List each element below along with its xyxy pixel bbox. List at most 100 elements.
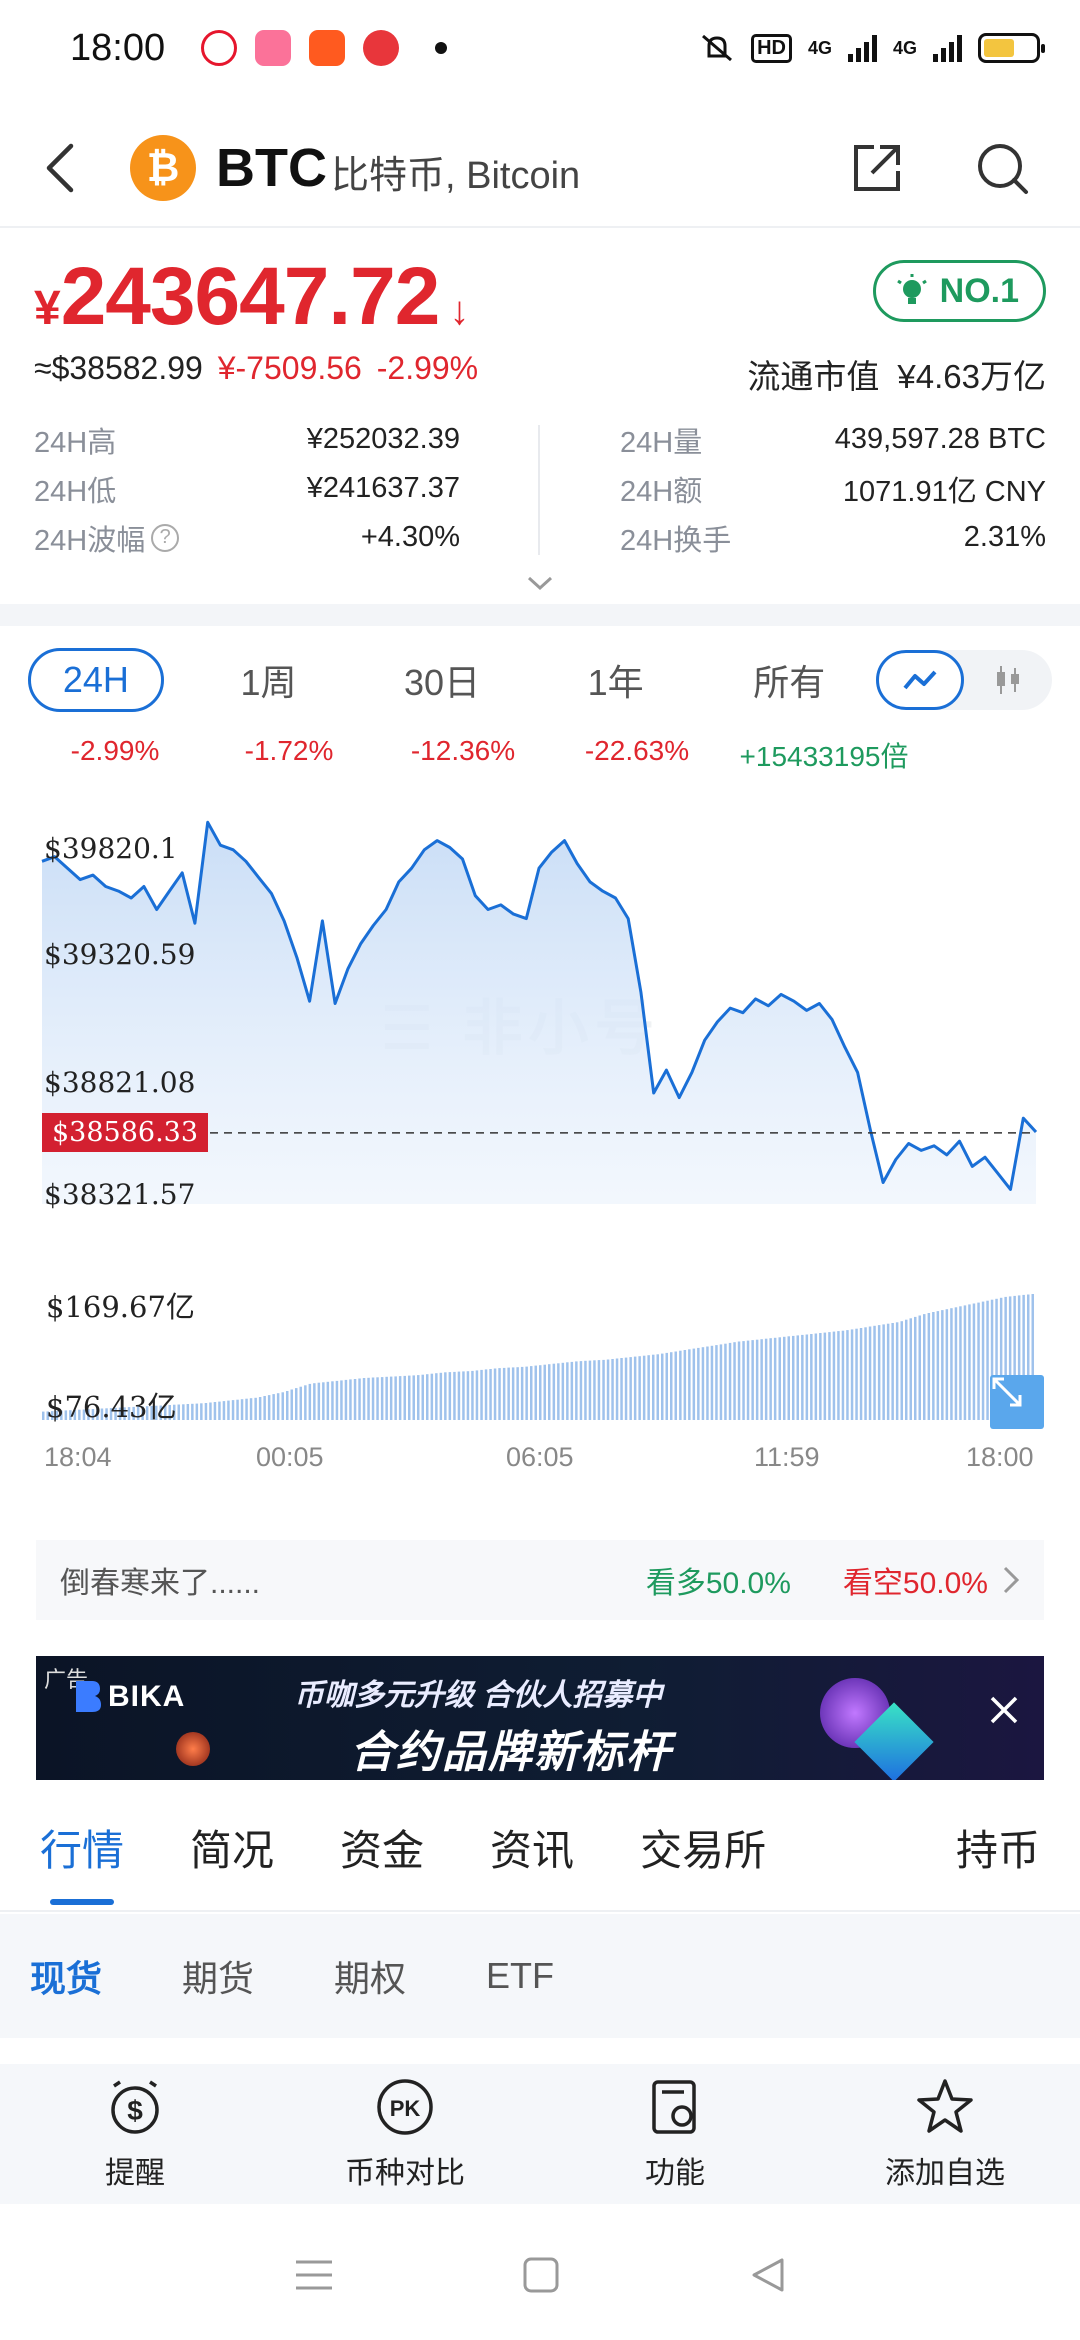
price-section: ¥ 243647.72 ↓ NO.1 ≈$38582.99 ¥-7509.56 … [0,240,1080,600]
volume-bar [412,1375,415,1420]
tab-market[interactable]: 行情 [40,1791,124,1911]
volume-bar [222,1401,226,1420]
x-tick-label: 18:00 [966,1442,1034,1472]
stat-24h-turnover-amount: 24H额 1071.91亿 CNY [620,475,1046,508]
volume-bar [778,1337,781,1420]
tab-funds[interactable]: 资金 [340,1791,424,1911]
back-icon[interactable] [748,2256,786,2294]
stats-divider [538,425,540,555]
fullscreen-icon[interactable] [990,1375,1044,1429]
volume-bar [724,1343,727,1420]
volume-bar [453,1371,456,1420]
volume-bar [213,1402,217,1420]
volume-bar [317,1382,321,1420]
tab-futures[interactable]: 期货 [182,1950,254,2002]
stat-24h-turnover-rate: 24H换手 2.31% [620,521,1046,557]
volume-bar [624,1357,628,1420]
y-tick-label: $39820.1 [44,832,178,865]
volume-bar [308,1383,312,1420]
volume-bar [692,1348,696,1420]
expand-chevron-icon[interactable] [526,575,554,591]
volume-bar [814,1333,818,1420]
volume-bar [954,1307,958,1420]
change-1-year: -22.63% [584,735,690,766]
help-icon[interactable]: ? [151,523,180,552]
function-icon [652,2080,696,2134]
function-button[interactable]: 功能 [540,2064,810,2204]
menu-icon[interactable] [294,2258,334,2292]
volume-bar [561,1362,565,1420]
volume-bar [819,1333,822,1420]
volume-bar [968,1304,971,1420]
volume-bar [751,1340,754,1420]
volume-bar [597,1360,601,1420]
compare-button[interactable]: PK 币种对比 [270,2064,540,2204]
close-icon[interactable] [984,1690,1024,1730]
change-1-week: -1.72% [244,735,334,766]
share-icon[interactable] [850,141,904,195]
volume-bar [218,1401,221,1420]
tab-etf[interactable]: ETF [486,1955,554,1997]
volume-bar [950,1308,953,1420]
volume-bar [552,1363,556,1420]
volume-bar [394,1376,397,1420]
candlestick-icon[interactable] [964,650,1052,710]
volume-bar [674,1351,677,1420]
coin-header: ₿ BTC 比特币, Bitcoin [0,110,1080,228]
volume-bar [439,1372,443,1420]
rank-badge[interactable]: NO.1 [872,260,1046,322]
tab-holders[interactable]: 持币 [956,1791,1040,1911]
battery-icon [978,33,1045,63]
add-watchlist-button[interactable]: 添加自选 [810,2064,1080,2204]
volume-bar [236,1399,239,1420]
volume-bar [891,1323,894,1420]
tab-options[interactable]: 期权 [334,1950,406,2002]
volume-bar [295,1388,298,1420]
volume-bar [936,1311,940,1420]
rank-label: NO.1 [939,271,1019,310]
tab-1-year[interactable]: 1年 [529,654,703,706]
alarm-dollar-icon: $ [111,2080,159,2134]
volume-bar [886,1323,890,1420]
stat-24h-high: 24H高 ¥252032.39 [34,423,460,459]
tab-overview[interactable]: 简况 [190,1791,274,1911]
volume-bar [629,1357,632,1420]
lightbulb-icon [896,274,927,304]
ad-banner[interactable]: 广告 BIKA 币咖多元升级 合伙人招募中 合约品牌新标杆 [36,1656,1044,1780]
line-chart-icon[interactable] [876,650,964,710]
volume-bar [281,1392,284,1420]
volume-bar [511,1367,515,1420]
chevron-right-icon [1003,1566,1020,1594]
volume-bar [466,1371,470,1420]
volume-bar [444,1372,447,1420]
volume-bar [895,1322,899,1420]
tab-spot[interactable]: 现货 [30,1950,102,2002]
volume-bar [977,1302,980,1420]
volume-bar [615,1358,619,1420]
back-arrow-icon[interactable] [30,138,90,198]
signal-icon-2 [933,34,962,62]
volume-bar [331,1381,334,1420]
tab-exchanges[interactable]: 交易所 [640,1791,766,1911]
market-cap: 流通市值 ¥4.63万亿 [747,350,1046,398]
volume-bar [276,1393,280,1420]
volume-bar [972,1303,976,1420]
sentiment-bar[interactable]: 倒春寒来了...... 看多50.0% 看空50.0% [36,1540,1044,1620]
y-tick-label: $39320.59 [44,938,196,971]
tab-1-week[interactable]: 1周 [182,654,356,706]
price-subline: ≈$38582.99 ¥-7509.56 -2.99% [34,350,478,387]
volume-bar [530,1366,533,1420]
tab-news[interactable]: 资讯 [490,1791,574,1911]
home-icon[interactable] [522,2256,560,2294]
volume-bar [679,1350,682,1420]
price-chart[interactable]: ☰ 非小号 $39820.1 $39320.59 $38821.08 $3832… [0,820,1080,1480]
tab-30-days[interactable]: 30日 [355,654,529,706]
range-changes: -2.99% -1.72% -12.36% -22.63% +15433195倍 [28,735,924,775]
volume-bar [408,1375,411,1420]
volume-bar [584,1360,587,1420]
alert-button[interactable]: $ 提醒 [0,2064,270,2204]
search-icon[interactable] [974,140,1030,196]
tab-all[interactable]: 所有 [702,654,876,706]
y-tick-label: $38321.57 [44,1178,196,1211]
tab-24h[interactable]: 24H [28,648,164,712]
